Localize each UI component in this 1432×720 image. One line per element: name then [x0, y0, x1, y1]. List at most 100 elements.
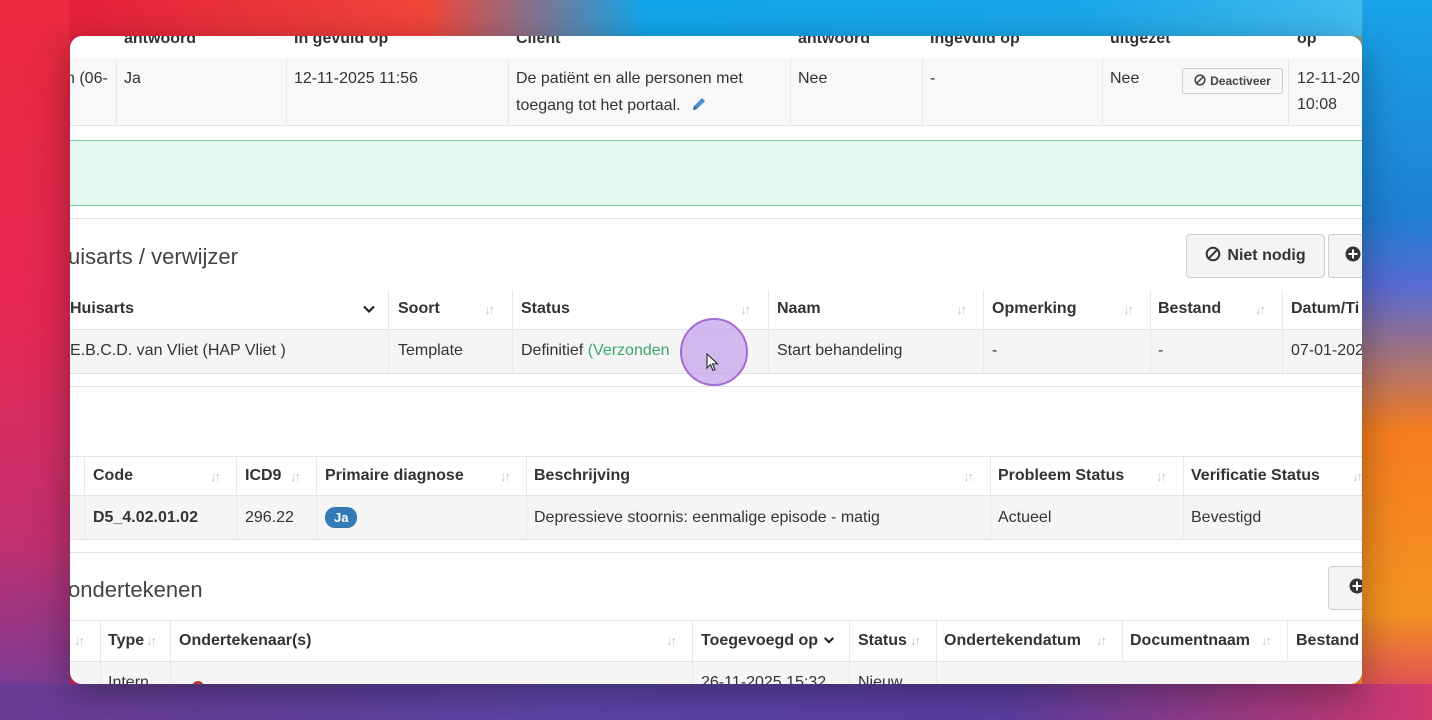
- header-bestand[interactable]: Bestand: [1158, 300, 1221, 318]
- sort-icon[interactable]: ↓↑: [484, 302, 495, 317]
- header-signed-date[interactable]: Ondertekendatum: [944, 632, 1081, 650]
- header-ingevuld-op[interactable]: In gevuld op: [294, 36, 388, 48]
- pencil-edit-icon[interactable]: [691, 96, 707, 117]
- deactivate-label: Deactiveer: [1210, 74, 1271, 88]
- desktop-wallpaper-right: [1362, 0, 1432, 720]
- cell-sign-status: Nieuw: [858, 674, 903, 684]
- sort-icon[interactable]: ↓↑: [1096, 633, 1107, 648]
- plus-circle-icon: [1349, 578, 1362, 599]
- sort-icon[interactable]: ↓↑: [1255, 302, 1266, 317]
- not-needed-label: Niet nodig: [1227, 247, 1306, 264]
- header-signers[interactable]: Ondertekenaar(s): [179, 632, 312, 650]
- header-icd9[interactable]: ICD9: [245, 467, 281, 485]
- sort-icon[interactable]: ↓↑: [1261, 633, 1272, 648]
- cell-questionnaire-name: n (06-: [70, 70, 108, 87]
- sign-section-title: ondertekenen: [70, 577, 203, 602]
- chevron-down-icon[interactable]: [823, 633, 835, 651]
- not-needed-button[interactable]: Niet nodig: [1186, 234, 1325, 278]
- status-detail: (Verzonden: [587, 342, 670, 359]
- sort-icon[interactable]: ↓↑: [1352, 469, 1362, 484]
- cell-answer: Ja: [124, 70, 141, 87]
- huisarts-section-title: uisarts / verwijzer: [70, 244, 238, 269]
- header-naam[interactable]: Naam: [777, 300, 821, 318]
- header-type[interactable]: Type: [108, 632, 144, 650]
- header-op[interactable]: op: [1297, 36, 1317, 48]
- desktop-wallpaper-left: [0, 0, 70, 720]
- cell-verification-status: Bevestigd: [1191, 509, 1262, 526]
- sort-icon[interactable]: ↓↑: [146, 633, 157, 648]
- questionnaire-table: antwoord In gevuld op Client antwoord In…: [70, 36, 1362, 136]
- header-datum[interactable]: Datum/Ti: [1291, 300, 1359, 318]
- avatar: [192, 681, 204, 684]
- deactivate-button[interactable]: Deactiveer: [1182, 68, 1283, 94]
- sort-icon[interactable]: ↓↑: [210, 469, 221, 484]
- header-antwoord[interactable]: antwoord: [124, 36, 196, 48]
- header-added-on[interactable]: Toegevoegd op: [701, 632, 835, 651]
- sort-icon[interactable]: ↓↑: [740, 302, 751, 317]
- header-antwoord-2[interactable]: antwoord: [798, 36, 870, 48]
- cell-code: D5_4.02.01.02: [93, 509, 198, 526]
- cell-icd9: 296.22: [245, 509, 294, 526]
- header-status[interactable]: Status: [858, 632, 907, 650]
- cell-opmerking: -: [992, 342, 998, 359]
- sort-icon[interactable]: ↓↑: [290, 469, 301, 484]
- cell-description: Depressieve stoornis: eenmalige episode …: [534, 509, 880, 526]
- diagnosis-table-header: Code ↓↑ ICD9 ↓↑ Primaire diagnose ↓↑ Bes…: [70, 456, 1362, 497]
- cell-date-line1: 12-11-20: [1297, 70, 1360, 87]
- cell-problem-status: Actueel: [998, 509, 1052, 526]
- chevron-down-icon[interactable]: [362, 302, 376, 321]
- header-file[interactable]: Bestand: [1296, 632, 1359, 650]
- cell-status: Definitief (Verzonden: [521, 342, 670, 360]
- primary-diagnosis-badge-wrap: Ja: [325, 507, 358, 528]
- header-ingevuld-op-2[interactable]: Ingevuld op: [930, 36, 1020, 48]
- cell-naam: Start behandeling: [777, 342, 903, 359]
- success-alert: [70, 140, 1362, 206]
- cell-client-line2: toegang tot het portaal.: [516, 97, 681, 114]
- app-window: antwoord In gevuld op Client antwoord In…: [70, 36, 1362, 684]
- header-opmerking[interactable]: Opmerking: [992, 300, 1076, 318]
- cell-client-line1: De patiënt en alle personen met: [516, 70, 743, 87]
- cell-disabled: Nee: [1110, 70, 1140, 87]
- sort-icon[interactable]: ↓↑: [910, 633, 921, 648]
- cell-filled-on-2: -: [930, 70, 936, 87]
- cell-added-on: 26-11-2025 15:32: [701, 674, 827, 684]
- header-document-name[interactable]: Documentnaam: [1130, 632, 1250, 650]
- sign-table-header: ↓↑ Type ↓↑ Ondertekenaar(s) ↓↑ Toegevoeg…: [70, 620, 1362, 663]
- sort-icon[interactable]: ↓↑: [74, 633, 85, 648]
- header-code[interactable]: Code: [93, 467, 133, 485]
- header-description[interactable]: Beschrijving: [534, 467, 630, 485]
- desktop-wallpaper-bottom: [0, 684, 1432, 720]
- header-huisarts[interactable]: Huisarts: [70, 300, 134, 318]
- header-status[interactable]: Status: [521, 300, 570, 318]
- cell-type: Intern: [108, 674, 149, 684]
- cell-answer-2: Nee: [798, 70, 828, 87]
- header-added-on-label: Toegevoegd op: [701, 632, 819, 649]
- mouse-pointer-icon: [706, 352, 720, 378]
- cell-client-line2-wrap: toegang tot het portaal.: [516, 96, 707, 117]
- cell-filled-on: 12-11-2025 11:56: [294, 70, 418, 87]
- header-client[interactable]: Client: [516, 36, 560, 48]
- sort-icon[interactable]: ↓↑: [666, 633, 677, 648]
- cell-bestand: -: [1158, 342, 1164, 359]
- header-soort[interactable]: Soort: [398, 300, 440, 318]
- sort-icon[interactable]: ↓↑: [1123, 302, 1134, 317]
- status-text: Definitief: [521, 342, 584, 359]
- header-primary-diagnosis[interactable]: Primaire diagnose: [325, 467, 464, 485]
- plus-circle-icon: [1345, 246, 1361, 267]
- table-row[interactable]: Intern 26-11-2025 15:32 Nieuw: [70, 662, 1362, 684]
- header-uitgezet[interactable]: uitgezet: [1110, 36, 1170, 48]
- sort-icon[interactable]: ↓↑: [500, 469, 511, 484]
- cell-datum: 07-01-202: [1291, 342, 1362, 359]
- header-problem-status[interactable]: Probleem Status: [998, 467, 1124, 485]
- ban-icon: [1194, 73, 1206, 89]
- header-verification-status[interactable]: Verificatie Status: [1191, 467, 1320, 485]
- add-signature-button[interactable]: [1328, 566, 1362, 610]
- add-huisarts-button[interactable]: [1328, 234, 1362, 278]
- cell-date-line2: 10:08: [1297, 96, 1338, 113]
- sort-icon[interactable]: ↓↑: [956, 302, 967, 317]
- sort-icon[interactable]: ↓↑: [1156, 469, 1167, 484]
- sort-icon[interactable]: ↓↑: [963, 469, 974, 484]
- table-row: n (06- Ja 12-11-2025 11:56 De patiënt en…: [70, 58, 1362, 126]
- table-row[interactable]: D5_4.02.01.02 296.22 Ja Depressieve stoo…: [70, 496, 1362, 540]
- cell-soort: Template: [398, 342, 463, 359]
